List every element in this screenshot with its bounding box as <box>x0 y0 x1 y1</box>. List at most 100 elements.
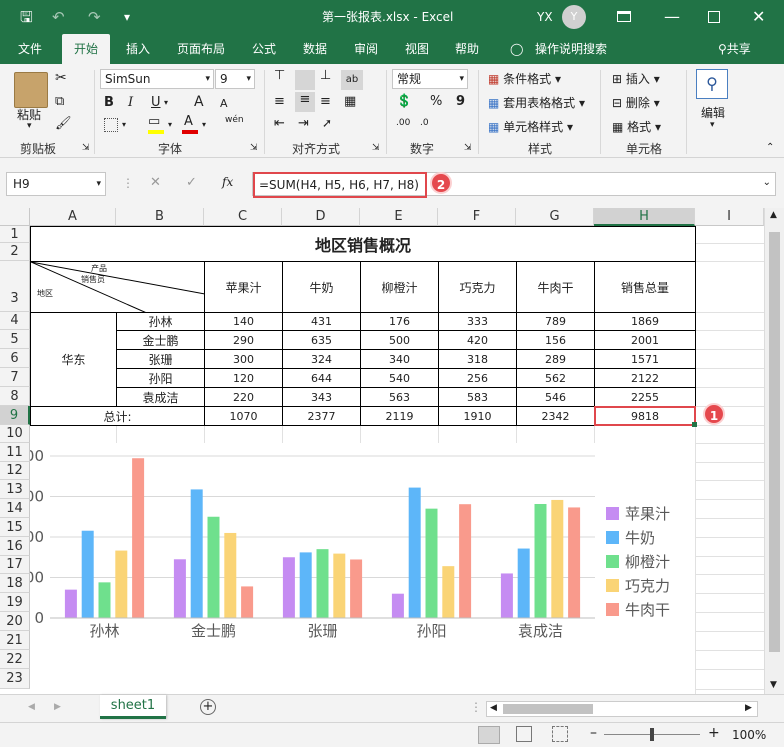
currency-icon[interactable]: 💲 <box>396 94 412 109</box>
enter-icon[interactable]: ✓ <box>186 175 197 190</box>
row-header-13[interactable]: 13 <box>0 480 30 499</box>
row-header-4[interactable]: 4 <box>0 312 30 330</box>
bold-button[interactable]: B <box>104 95 114 110</box>
row-header-17[interactable]: 17 <box>0 556 30 574</box>
row-header-3[interactable]: 3 <box>0 261 30 312</box>
increase-decimal-icon[interactable]: .00 <box>396 118 410 128</box>
normal-view-icon[interactable] <box>478 726 500 744</box>
column-header-G[interactable]: G <box>516 208 594 226</box>
format-painter-icon[interactable]: 🖌 <box>55 116 72 131</box>
cut-icon[interactable]: ✂ <box>55 70 67 86</box>
customize-toolbar-icon[interactable]: ▾ <box>124 0 130 34</box>
font-launcher-icon[interactable]: ⇲ <box>250 143 258 153</box>
share-button[interactable]: ⚲共享 <box>716 34 753 64</box>
copy-icon[interactable]: ⧉ <box>55 94 64 109</box>
underline-button[interactable]: U <box>151 95 161 110</box>
row-header-20[interactable]: 20 <box>0 612 30 631</box>
wrap-text-icon[interactable]: ab <box>341 70 363 90</box>
select-all-corner[interactable] <box>0 208 30 226</box>
alignment-launcher-icon[interactable]: ⇲ <box>372 143 380 153</box>
vertical-scroll-thumb[interactable] <box>769 232 780 652</box>
scroll-left-icon[interactable]: ◀ <box>490 703 497 713</box>
borders-icon[interactable] <box>104 118 118 132</box>
font-size-select[interactable]: 9 ▾ <box>215 69 255 89</box>
grow-font-button[interactable]: A <box>194 94 204 110</box>
orientation-icon[interactable]: ➚ <box>322 116 332 130</box>
fill-handle[interactable] <box>692 422 697 427</box>
decrease-decimal-icon[interactable]: .0 <box>420 118 429 128</box>
row-header-5[interactable]: 5 <box>0 330 30 349</box>
page-layout-view-icon[interactable] <box>516 726 532 742</box>
tab-split-icon[interactable]: ⋮ <box>470 700 482 714</box>
sales-chart[interactable]: 0 200 400 600 800 孙林 金士鹏 张珊 孙阳 袁成洁 苹果汁牛奶柳橙汁巧克力牛肉干 <box>15 443 695 694</box>
tab-review[interactable]: 审阅 <box>352 34 380 64</box>
column-header-I[interactable]: I <box>695 208 764 226</box>
row-header-21[interactable]: 21 <box>0 631 30 650</box>
expand-formula-icon[interactable]: ⌄ <box>763 177 771 188</box>
comma-button[interactable]: 9 <box>456 94 465 109</box>
redo-icon[interactable]: ↷ <box>88 0 101 34</box>
insert-cells-button[interactable]: ⊞ 插入 ▾ <box>612 70 660 87</box>
ribbon-display-icon[interactable] <box>617 11 631 22</box>
paste-icon[interactable] <box>14 72 48 108</box>
paste-dropdown-icon[interactable]: ▾ <box>27 121 32 131</box>
phonetic-button[interactable]: wén <box>225 115 244 125</box>
insert-function-button[interactable]: fx <box>222 175 233 189</box>
tab-home[interactable]: 开始 <box>62 34 110 64</box>
font-name-select[interactable]: SimSun ▾ <box>100 69 214 89</box>
collapse-ribbon-icon[interactable]: ⌃ <box>766 142 774 153</box>
row-header-8[interactable]: 8 <box>0 387 30 406</box>
row-header-1[interactable]: 1 <box>0 226 30 243</box>
scroll-right-icon[interactable]: ▶ <box>745 703 752 713</box>
new-sheet-icon[interactable]: + <box>200 699 216 715</box>
cancel-icon[interactable]: ✕ <box>150 175 161 190</box>
zoom-slider-handle[interactable] <box>650 728 654 741</box>
font-color-icon[interactable]: A <box>184 114 193 129</box>
zoom-out-icon[interactable]: – <box>590 725 597 741</box>
row-header-19[interactable]: 19 <box>0 593 30 612</box>
tab-page-layout[interactable]: 页面布局 <box>175 34 227 64</box>
zoom-level[interactable]: 100% <box>732 728 766 742</box>
row-header-6[interactable]: 6 <box>0 349 30 368</box>
fill-color-icon[interactable]: ▭ <box>148 114 160 129</box>
shrink-font-button[interactable]: A <box>220 97 228 110</box>
tell-me-search[interactable]: 操作说明搜索 <box>533 34 609 64</box>
next-sheet-icon[interactable]: ▶ <box>54 702 61 712</box>
tab-view[interactable]: 视图 <box>403 34 431 64</box>
font-color-dropdown-icon[interactable]: ▾ <box>202 120 206 129</box>
name-box[interactable]: H9 ▾ <box>6 172 106 196</box>
vertical-scrollbar[interactable]: ▲ ▼ <box>764 208 784 694</box>
column-header-F[interactable]: F <box>438 208 516 226</box>
percent-button[interactable]: % <box>430 94 442 109</box>
row-header-7[interactable]: 7 <box>0 368 30 387</box>
row-header-12[interactable]: 12 <box>0 462 30 480</box>
column-header-A[interactable]: A <box>30 208 116 226</box>
align-middle-icon[interactable] <box>295 70 315 90</box>
editing-dropdown-icon[interactable]: ▾ <box>710 120 715 130</box>
row-header-18[interactable]: 18 <box>0 574 30 593</box>
row-header-9[interactable]: 9 <box>0 406 30 425</box>
number-format-select[interactable]: 常规 ▾ <box>392 69 468 89</box>
tab-help[interactable]: 帮助 <box>453 34 481 64</box>
prev-sheet-icon[interactable]: ◀ <box>28 702 35 712</box>
align-right-icon[interactable]: ≡ <box>320 94 331 109</box>
borders-dropdown-icon[interactable]: ▾ <box>122 120 126 129</box>
row-header-14[interactable]: 14 <box>0 499 30 518</box>
column-header-E[interactable]: E <box>360 208 438 226</box>
column-header-D[interactable]: D <box>282 208 360 226</box>
editing-group-label[interactable]: 编辑 <box>701 104 725 121</box>
tab-formulas[interactable]: 公式 <box>250 34 278 64</box>
cell-styles-button[interactable]: ▦ 单元格样式 ▾ <box>488 118 573 135</box>
italic-button[interactable]: I <box>128 95 133 110</box>
number-launcher-icon[interactable]: ⇲ <box>464 143 472 153</box>
row-header-15[interactable]: 15 <box>0 518 30 537</box>
format-as-table-button[interactable]: ▦ 套用表格格式 ▾ <box>488 94 585 111</box>
underline-dropdown-icon[interactable]: ▾ <box>164 98 168 107</box>
align-left-icon[interactable]: ≡ <box>274 94 285 109</box>
save-icon[interactable]: 🖫 <box>20 0 33 34</box>
merge-center-icon[interactable]: ▦ <box>344 94 356 109</box>
row-header-23[interactable]: 23 <box>0 669 30 689</box>
horizontal-scroll-thumb[interactable] <box>503 704 593 714</box>
format-cells-button[interactable]: ▦ 格式 ▾ <box>612 118 661 135</box>
tab-file[interactable]: 文件 <box>16 34 44 64</box>
